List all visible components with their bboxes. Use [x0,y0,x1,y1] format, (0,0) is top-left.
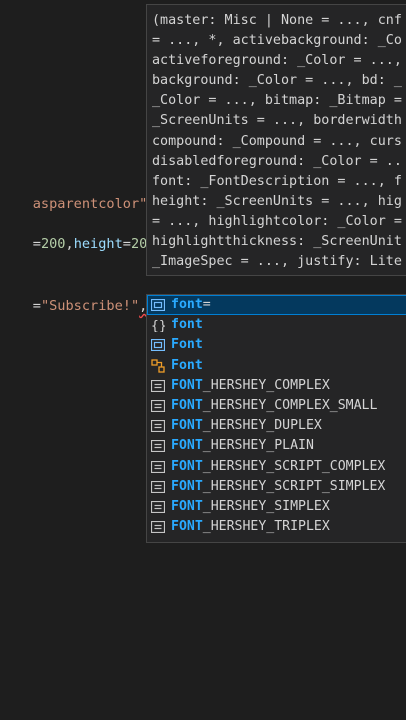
string-literal: "Subscribe!" [40,298,140,314]
suggestion-label: Font [171,357,203,373]
keyword-argument: height [73,236,123,252]
signature-line: _ScreenUnits = ..., borderwidth [152,113,402,129]
signature-line: compound: _Compound = ..., curs [152,133,402,149]
module-icon: {} [150,317,166,333]
suggestion-item[interactable]: FONT_HERSHEY_DUPLEX [147,416,406,436]
suggestion-label: FONT_HERSHEY_TRIPLEX [171,519,330,535]
suggestion-label: FONT_HERSHEY_SCRIPT_SIMPLEX [171,478,386,494]
suggestion-label: FONT_HERSHEY_DUPLEX [171,418,322,434]
equals-sign: = [32,236,41,252]
string-literal: asparentcolor" [32,196,148,212]
variable-icon [150,297,166,313]
constant-icon [150,378,166,394]
equals-sign: = [32,298,41,314]
code-line[interactable]: =200,height=200) [0,214,164,252]
suggestion-label: FONT_HERSHEY_SIMPLEX [171,498,330,514]
constant-icon [150,479,166,495]
suggestion-label: FONT_HERSHEY_PLAIN [171,438,314,454]
signature-line: = ..., highlightcolor: _Color = [152,213,402,229]
signature-line: (master: Misc | None = ..., cnf [152,13,402,28]
signature-help-popup[interactable]: (master: Misc | None = ..., cnf = ..., *… [146,4,406,276]
code-line-current[interactable]: ="Subscribe!",font) [0,276,189,314]
signature-line: disabledforeground: _Color = .. [152,153,402,169]
signature-line: font: _FontDescription = ..., f [152,173,402,189]
constant-icon [150,398,166,414]
suggestion-label: FONT_HERSHEY_SCRIPT_COMPLEX [171,458,386,474]
suggestion-item[interactable]: FONT_HERSHEY_SCRIPT_SIMPLEX [147,477,406,497]
suggestion-item[interactable]: FONT_HERSHEY_TRIPLEX [147,517,406,537]
constant-icon [150,418,166,434]
svg-text:{}: {} [151,319,165,332]
suggestion-label: FONT_HERSHEY_COMPLEX [171,377,330,393]
signature-line: activeforeground: _Color = ..., [152,53,402,69]
suggestion-item[interactable]: {} font [147,315,406,335]
suggestion-item[interactable]: FONT_HERSHEY_SIMPLEX [147,497,406,517]
suggestion-item[interactable]: Font [147,335,406,355]
variable-icon [150,337,166,353]
suggestion-label: FONT_HERSHEY_COMPLEX_SMALL [171,397,378,413]
signature-line: height: _ScreenUnits = ..., hig [152,193,402,209]
suggestion-label: Font [171,337,203,353]
suggestion-item[interactable]: FONT_HERSHEY_COMPLEX_SMALL [147,396,406,416]
suggestion-item[interactable]: FONT_HERSHEY_COMPLEX [147,376,406,396]
code-editor[interactable]: asparentcolor",roo =200,height=200) ="Su… [0,0,406,720]
signature-line: _Color = ..., bitmap: _Bitmap = [152,93,402,109]
suggestion-item[interactable]: FONT_HERSHEY_SCRIPT_COMPLEX [147,457,406,477]
constant-icon [150,519,166,535]
comma: , [65,236,74,252]
constant-icon [150,499,166,515]
suggestion-item[interactable]: FONT_HERSHEY_PLAIN [147,436,406,456]
signature-line: highlightthickness: _ScreenUnit [152,234,402,250]
signature-line: = ..., *, activebackground: _Co [152,33,402,49]
suggestion-item[interactable]: font= [147,295,406,316]
signature-line: _ImageSpec = ..., justify: Lite [152,254,402,270]
autocomplete-list[interactable]: font= {} font Font Font FONT_HERSHEY_COM… [146,294,406,543]
signature-line: background: _Color = ..., bd: _ [152,73,402,89]
equals-sign: = [122,236,131,252]
suggestion-label: font= [171,297,211,312]
constant-icon [150,459,166,475]
constant-icon [150,438,166,454]
suggestion-item[interactable]: Font [147,356,406,376]
class-icon [150,358,166,374]
number-literal: 200 [40,236,66,252]
suggestion-label: font [171,317,203,333]
